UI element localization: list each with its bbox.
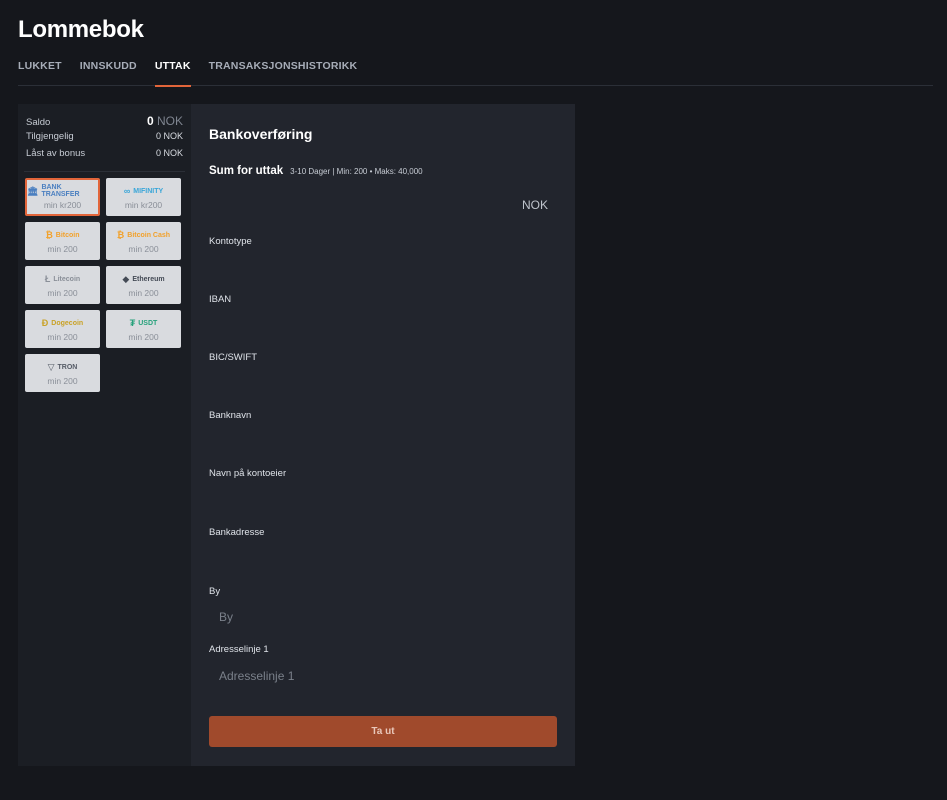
payment-method-name: TRON	[57, 363, 78, 371]
payment-method-name: Ethereum	[132, 275, 165, 283]
payment-method-name: Bitcoin Cash	[127, 231, 171, 239]
saldo-row: Saldo 0 NOK	[26, 114, 183, 131]
account-type-label: Kontotype	[209, 236, 252, 247]
bank-address-label: Bankadresse	[209, 527, 265, 538]
locked-value: 0 NOK	[155, 148, 183, 158]
payment-method-logo: ◆ Ethereum	[122, 272, 164, 286]
tab-lukket[interactable]: LUKKET	[18, 58, 62, 86]
account-type-field[interactable]	[209, 250, 557, 276]
payment-method-min: min 200	[47, 288, 78, 298]
page-title: Lommebok	[18, 16, 144, 43]
payment-method-name: MIFINITY	[133, 187, 164, 195]
sum-hint: 3-10 Dager | Min: 200 • Maks: 40,000	[290, 167, 423, 176]
iban-label: IBAN	[209, 294, 232, 305]
payment-method-name: Bitcoin	[55, 231, 80, 239]
sum-row: Sum for uttak 3-10 Dager | Min: 200 • Ma…	[209, 165, 423, 177]
owner-name-field[interactable]	[209, 482, 557, 508]
withdrawal-form: Bankoverføring Sum for uttak 3-10 Dager …	[191, 104, 575, 766]
tab-uttak[interactable]: UTTAK	[154, 58, 191, 87]
tron-icon: ▽	[47, 361, 55, 372]
payment-method-mifinity[interactable]: ∞ MIFINITY min kr200	[106, 178, 181, 216]
iban-field[interactable]	[209, 308, 557, 334]
wallet-tabs: LUKKET INNSKUDD UTTAK TRANSAKSJONSHISTOR…	[18, 58, 933, 87]
payment-method-min: min 200	[47, 244, 78, 254]
payment-method-min: min kr200	[124, 200, 163, 210]
bic-field[interactable]	[209, 366, 557, 392]
tab-transaksjonshistorikk[interactable]: TRANSAKSJONSHISTORIKK	[209, 58, 358, 86]
payment-method-dogecoin[interactable]: Ð Dogecoin min 200	[25, 310, 100, 348]
payment-method-bitcoin[interactable]: ₿ Bitcoin min 200	[25, 222, 100, 260]
form-heading: Bankoverføring	[209, 126, 313, 142]
mifinity-icon: ∞	[123, 186, 131, 196]
payment-method-logo: ₮ USDT	[130, 316, 158, 330]
payment-method-logo: ▽ TRON	[48, 360, 78, 374]
litecoin-icon: Ł	[44, 274, 51, 284]
saldo-label: Saldo	[26, 117, 51, 128]
bitcoin-icon: ₿	[45, 230, 53, 240]
payment-method-min: min 200	[47, 332, 78, 342]
withdraw-button[interactable]: Ta ut	[209, 716, 557, 747]
payment-method-min: min 200	[47, 376, 78, 386]
saldo-value: 0 NOK	[146, 114, 183, 128]
dogecoin-icon: Ð	[41, 318, 49, 328]
bank-address-field[interactable]	[209, 541, 557, 567]
payment-method-tether[interactable]: ₮ USDT min 200	[106, 310, 181, 348]
payment-method-bitcoin-cash[interactable]: ₿ Bitcoin Cash min 200	[106, 222, 181, 260]
bank-icon: 🏛	[27, 185, 39, 196]
tab-innskudd[interactable]: INNSKUDD	[80, 58, 137, 86]
payment-method-bank[interactable]: 🏛 BANK TRANSFER min kr200	[25, 178, 100, 216]
sidebar: Saldo 0 NOK Tilgjengelig 0 NOK Låst av b…	[18, 104, 191, 766]
address-line1-label: Adresselinje 1	[209, 644, 269, 655]
payment-method-logo: ₿ Bitcoin Cash	[117, 228, 170, 242]
bank-name-field[interactable]	[209, 424, 557, 450]
bitcoin-cash-icon: ₿	[116, 230, 125, 240]
payment-method-logo: 🏛 BANK TRANSFER	[27, 184, 98, 198]
sum-label: Sum for uttak	[209, 165, 284, 177]
address-line1-field[interactable]	[209, 663, 557, 689]
payment-method-logo: ∞ MIFINITY	[124, 184, 163, 198]
payment-method-logo: Ł Litecoin	[45, 272, 80, 286]
saldo-currency: NOK	[156, 114, 183, 128]
payment-method-name: Dogecoin	[51, 319, 84, 327]
payment-method-logo: Ð Dogecoin	[42, 316, 83, 330]
payment-method-name: Litecoin	[53, 275, 81, 283]
tether-icon: ₮	[129, 318, 136, 328]
payment-method-tron[interactable]: ▽ TRON min 200	[25, 354, 100, 392]
payment-method-min: min 200	[128, 244, 159, 254]
payment-method-min: min 200	[128, 332, 159, 342]
locked-row: Låst av bonus 0 NOK	[26, 148, 183, 165]
bic-label: BIC/SWIFT	[209, 352, 258, 363]
available-value: 0 NOK	[155, 131, 183, 141]
payment-methods: 🏛 BANK TRANSFER min kr200 ∞ MIFINITY min kr20…	[18, 176, 191, 394]
available-label: Tilgjengelig	[26, 131, 74, 142]
payment-method-ethereum[interactable]: ◆ Ethereum min 200	[106, 266, 181, 304]
city-label: By	[209, 586, 221, 597]
ethereum-icon: ◆	[122, 273, 130, 284]
payment-method-name: USDT	[138, 319, 158, 327]
balance-panel: Saldo 0 NOK Tilgjengelig 0 NOK Låst av b…	[18, 104, 191, 165]
payment-method-logo: ₿ Bitcoin	[45, 228, 79, 242]
currency-label: NOK	[521, 198, 548, 212]
payment-method-min: min 200	[128, 288, 159, 298]
available-row: Tilgjengelig 0 NOK	[26, 131, 183, 148]
owner-name-label: Navn på kontoeier	[209, 468, 287, 479]
payment-method-litecoin[interactable]: Ł Litecoin min 200	[25, 266, 100, 304]
payment-method-name: BANK TRANSFER	[41, 184, 80, 198]
payment-method-min: min kr200	[43, 200, 82, 210]
amount-input[interactable]	[209, 192, 557, 220]
city-field[interactable]	[209, 604, 557, 630]
locked-label: Låst av bonus	[26, 148, 86, 159]
balance-divider	[24, 171, 185, 172]
bank-name-label: Banknavn	[209, 410, 252, 421]
